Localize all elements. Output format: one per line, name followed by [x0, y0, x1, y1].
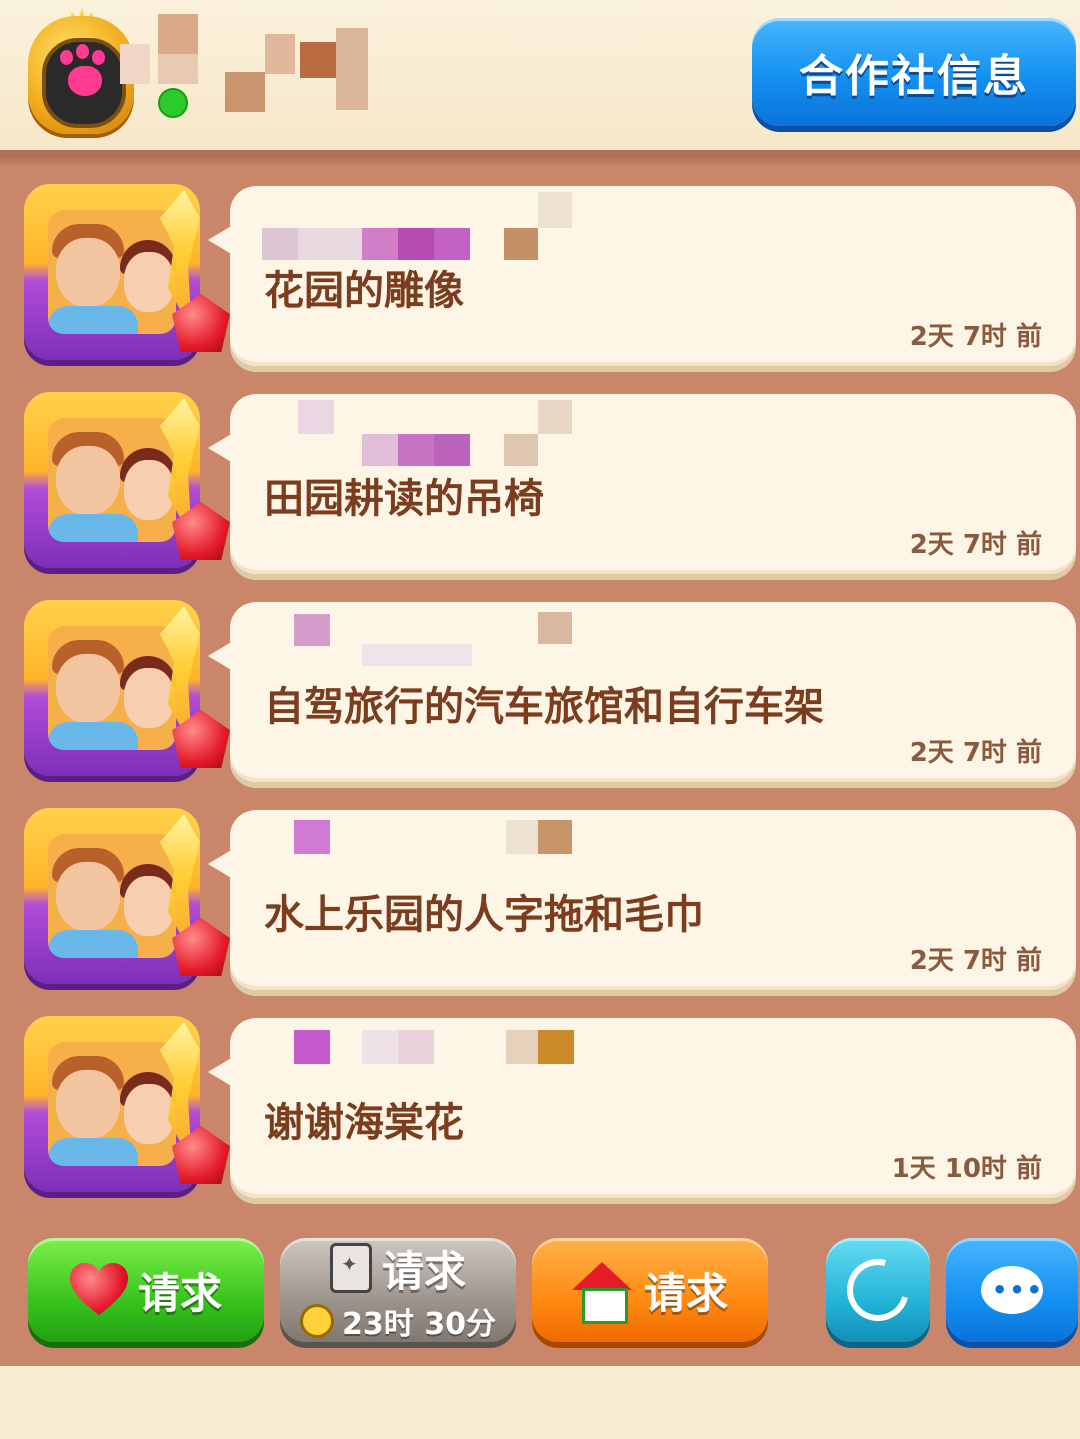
request-lives-label: 请求	[137, 1268, 222, 1318]
sender-avatar[interactable]	[24, 184, 230, 360]
request-house-label: 请求	[643, 1268, 728, 1318]
message-text: 花园的雕像	[264, 268, 464, 314]
cards-icon	[329, 1243, 372, 1293]
chat-message: 田园耕读的吊椅 2天 7时 前	[0, 364, 1080, 574]
guild-header: 合作社信息	[0, 0, 1080, 150]
message-text: 田园耕读的吊椅	[264, 476, 544, 522]
message-time: 2天 7时 前	[909, 738, 1042, 768]
message-text: 水上乐园的人字拖和毛巾	[264, 892, 704, 938]
message-time: 1天 10时 前	[891, 1154, 1042, 1184]
message-bubble: 田园耕读的吊椅 2天 7时 前	[230, 394, 1076, 574]
sender-name-redacted	[262, 816, 572, 876]
footer-bar	[0, 1372, 1080, 1439]
badge-frame	[28, 16, 134, 134]
chat-message: 水上乐园的人字拖和毛巾 2天 7时 前	[0, 780, 1080, 990]
chat-message: 花园的雕像 2天 7时 前	[0, 156, 1080, 366]
guild-chat-panel[interactable]: 花园的雕像 2天 7时 前 田园耕读的吊椅 2天 7时 前 自驾旅行的汽车旅馆和…	[0, 150, 1080, 1366]
request-cooldown: 23时 30分	[300, 1299, 496, 1343]
house-icon	[571, 1262, 632, 1324]
message-time: 2天 7时 前	[909, 322, 1042, 352]
player-name-redacted	[120, 14, 370, 112]
message-bubble: 谢谢海棠花 1天 10时 前	[230, 1018, 1076, 1198]
message-bubble: 花园的雕像 2天 7时 前	[230, 186, 1076, 366]
paw-icon	[42, 38, 126, 128]
sender-name-redacted	[262, 608, 572, 668]
sender-name-redacted	[262, 400, 572, 466]
message-text: 谢谢海棠花	[264, 1100, 464, 1146]
chat-message: 自驾旅行的汽车旅馆和自行车架 2天 7时 前	[0, 572, 1080, 782]
request-lives-button[interactable]: 请求	[28, 1238, 264, 1342]
request-cards-label: 请求	[381, 1246, 466, 1296]
heart-icon	[70, 1263, 128, 1317]
request-cards-button[interactable]: 请求 23时 30分	[280, 1238, 516, 1342]
message-text: 自驾旅行的汽车旅馆和自行车架	[264, 684, 824, 730]
leaf-icon	[835, 1247, 921, 1333]
chat-message: 谢谢海棠花 1天 10时 前	[0, 988, 1080, 1198]
message-bubble: 自驾旅行的汽车旅馆和自行车架 2天 7时 前	[230, 602, 1076, 782]
cooldown-timer: 23时 30分	[342, 1306, 496, 1342]
sender-name-redacted	[262, 192, 572, 260]
request-house-button[interactable]: 请求	[532, 1238, 768, 1342]
sender-avatar[interactable]	[24, 392, 230, 568]
message-time: 2天 7时 前	[909, 946, 1042, 976]
sender-avatar[interactable]	[24, 808, 230, 984]
chat-icon: •••	[981, 1266, 1043, 1314]
guild-info-button[interactable]: 合作社信息	[752, 18, 1076, 126]
clock-icon	[300, 1303, 335, 1338]
sender-avatar[interactable]	[24, 1016, 230, 1192]
message-bubble: 水上乐园的人字拖和毛巾 2天 7时 前	[230, 810, 1076, 990]
sticker-button[interactable]	[826, 1238, 930, 1342]
online-status-indicator	[158, 88, 188, 118]
sender-avatar[interactable]	[24, 600, 230, 776]
sender-name-redacted	[262, 1024, 574, 1084]
chat-button[interactable]: •••	[946, 1238, 1078, 1342]
message-time: 2天 7时 前	[909, 530, 1042, 560]
